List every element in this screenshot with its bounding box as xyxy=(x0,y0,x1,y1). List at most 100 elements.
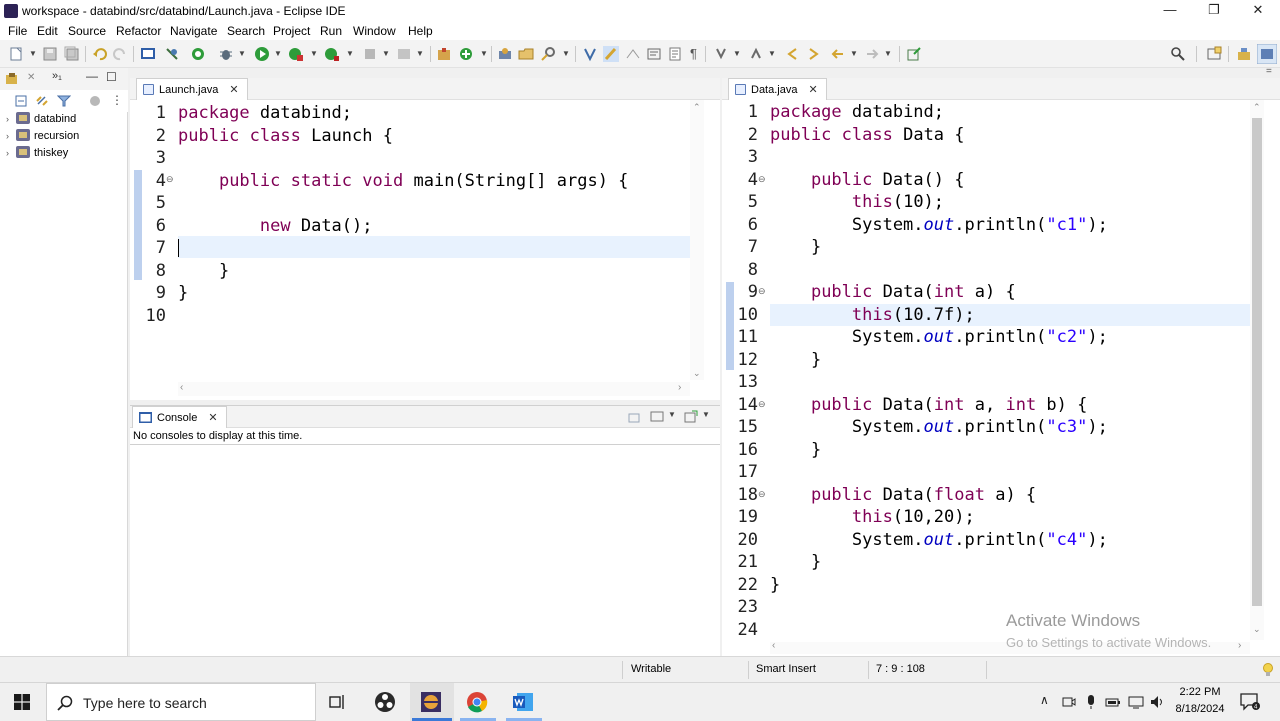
scrollbar-thumb[interactable] xyxy=(1252,118,1262,606)
stop-dropdown-icon[interactable]: ▼ xyxy=(382,46,390,62)
open-perspective-icon[interactable] xyxy=(1206,46,1222,62)
server-dropdown-icon[interactable]: ▼ xyxy=(416,46,424,62)
pilcrow-icon[interactable]: ¶ xyxy=(690,46,706,62)
toggle-breadcrumb-icon[interactable] xyxy=(582,46,598,62)
mark-occurrences-icon[interactable] xyxy=(603,46,619,62)
volume-icon[interactable] xyxy=(1150,695,1166,709)
tip-lightbulb-icon[interactable] xyxy=(1262,663,1274,677)
redo-icon[interactable] xyxy=(112,46,128,62)
search-icon[interactable] xyxy=(1170,46,1186,62)
windows-start-icon[interactable] xyxy=(14,694,30,710)
menu-help[interactable]: Help xyxy=(408,24,433,38)
status-cursor-position[interactable]: 7 : 9 : 108 xyxy=(876,663,925,675)
minimize-button[interactable]: — xyxy=(1148,0,1192,22)
expand-arrow-icon[interactable]: › xyxy=(6,131,16,141)
new-class-dropdown-icon[interactable]: ▼ xyxy=(480,46,488,62)
close-tab-icon[interactable]: ✕ xyxy=(229,84,238,96)
menu-search[interactable]: Search xyxy=(227,24,265,38)
terminal-icon[interactable] xyxy=(140,46,156,62)
scroll-up-icon[interactable]: ⌃ xyxy=(693,102,701,113)
scroll-down-icon[interactable]: ⌄ xyxy=(1253,624,1261,635)
editor-area-menu-icon[interactable]: = xyxy=(1266,66,1272,77)
collapse-all-icon[interactable] xyxy=(14,94,28,108)
vertical-scrollbar[interactable] xyxy=(690,100,704,380)
display-console-dropdown-icon[interactable]: ▼ xyxy=(668,410,676,419)
fold-collapse-icon[interactable]: ⊖ xyxy=(758,174,766,185)
java-ee-perspective-icon[interactable] xyxy=(1236,46,1252,62)
fold-collapse-icon[interactable]: ⊖ xyxy=(758,286,766,297)
taskbar-search-box[interactable]: Type here to search xyxy=(46,683,316,721)
close-console-icon[interactable]: ✕ xyxy=(208,412,217,424)
scroll-right-icon[interactable]: › xyxy=(678,382,681,393)
notifications-icon[interactable]: 4 xyxy=(1240,693,1260,711)
taskbar-date[interactable]: 8/18/2024 xyxy=(1172,703,1228,715)
pin-editor-icon[interactable] xyxy=(906,46,922,62)
forward-edit-icon[interactable] xyxy=(806,46,822,62)
fold-collapse-icon[interactable]: ⊖ xyxy=(166,174,174,185)
search-dropdown-icon[interactable]: ▼ xyxy=(562,46,570,62)
back-icon[interactable] xyxy=(830,46,846,62)
word-wrap-icon[interactable] xyxy=(646,46,662,62)
link-editor-icon[interactable] xyxy=(35,94,49,108)
taskbar-time[interactable]: 2:22 PM xyxy=(1172,686,1228,698)
display-console-icon[interactable] xyxy=(650,410,664,424)
microphone-icon[interactable] xyxy=(1084,694,1098,710)
scroll-down-icon[interactable]: ⌄ xyxy=(693,368,701,379)
fold-collapse-icon[interactable]: ⊖ xyxy=(758,489,766,500)
task-view-icon[interactable] xyxy=(328,693,346,711)
menu-window[interactable]: Window xyxy=(353,24,396,38)
pin-console-icon[interactable] xyxy=(627,410,641,424)
next-annotation-dropdown-icon[interactable]: ▼ xyxy=(733,46,741,62)
tab-console[interactable]: Console ✕ xyxy=(132,406,227,428)
scroll-right-icon[interactable]: › xyxy=(1238,640,1241,651)
prev-annotation-icon[interactable] xyxy=(748,46,764,62)
menu-source[interactable]: Source xyxy=(68,24,106,38)
back-dropdown-icon[interactable]: ▼ xyxy=(850,46,858,62)
status-insert-mode[interactable]: Smart Insert xyxy=(756,663,816,675)
view-menu-icon[interactable]: ⋮ xyxy=(111,93,123,107)
coverage-dropdown-icon[interactable]: ▼ xyxy=(310,46,318,62)
package-explorer-icon[interactable] xyxy=(5,72,19,86)
debug-dropdown-icon[interactable]: ▼ xyxy=(238,46,246,62)
tools-dropdown-icon[interactable]: ▼ xyxy=(346,46,354,62)
last-edit-icon[interactable] xyxy=(784,46,800,62)
expand-arrow-icon[interactable]: › xyxy=(6,114,16,124)
filter-icon[interactable] xyxy=(57,94,71,108)
network-icon[interactable] xyxy=(1128,695,1144,709)
forward-icon[interactable] xyxy=(864,46,880,62)
more-views-icon[interactable]: »₁ xyxy=(52,70,62,82)
run-coverage-icon[interactable] xyxy=(288,46,304,62)
menu-run[interactable]: Run xyxy=(320,24,342,38)
word-icon[interactable] xyxy=(512,691,534,713)
scroll-left-icon[interactable]: ‹ xyxy=(180,382,183,393)
menu-file[interactable]: File xyxy=(8,24,27,38)
maximize-view-icon[interactable]: ☐ xyxy=(106,70,117,84)
menu-edit[interactable]: Edit xyxy=(37,24,58,38)
undo-icon[interactable] xyxy=(92,46,108,62)
forward-dropdown-icon[interactable]: ▼ xyxy=(884,46,892,62)
save-icon[interactable] xyxy=(42,46,58,62)
open-console-icon[interactable] xyxy=(684,410,698,424)
focus-icon[interactable] xyxy=(88,94,102,108)
close-view-icon[interactable]: ✕ xyxy=(27,72,35,83)
scroll-left-icon[interactable]: ‹ xyxy=(772,640,775,651)
open-folder-icon[interactable] xyxy=(518,46,534,62)
battery-icon[interactable] xyxy=(1105,695,1121,709)
stop-icon[interactable] xyxy=(362,46,378,62)
tree-item-recursion[interactable]: › recursion xyxy=(6,129,79,145)
run-dropdown-icon[interactable]: ▼ xyxy=(274,46,282,62)
tab-data-java[interactable]: Data.java ✕ xyxy=(728,78,827,100)
fold-collapse-icon[interactable]: ⊖ xyxy=(758,399,766,410)
open-type-icon[interactable] xyxy=(497,46,513,62)
prev-annotation-dropdown-icon[interactable]: ▼ xyxy=(768,46,776,62)
debug-icon[interactable] xyxy=(218,46,234,62)
block-selection-icon[interactable] xyxy=(625,46,641,62)
new-dropdown-icon[interactable]: ▼ xyxy=(29,46,37,62)
meet-now-icon[interactable] xyxy=(1062,695,1076,709)
run-icon[interactable] xyxy=(254,46,270,62)
maximize-button[interactable]: ❐ xyxy=(1192,0,1236,22)
java-perspective-icon[interactable] xyxy=(1257,44,1277,64)
coverage-icon[interactable] xyxy=(190,46,206,62)
new-class-icon[interactable] xyxy=(458,46,474,62)
tree-item-databind[interactable]: › databind xyxy=(6,112,76,128)
